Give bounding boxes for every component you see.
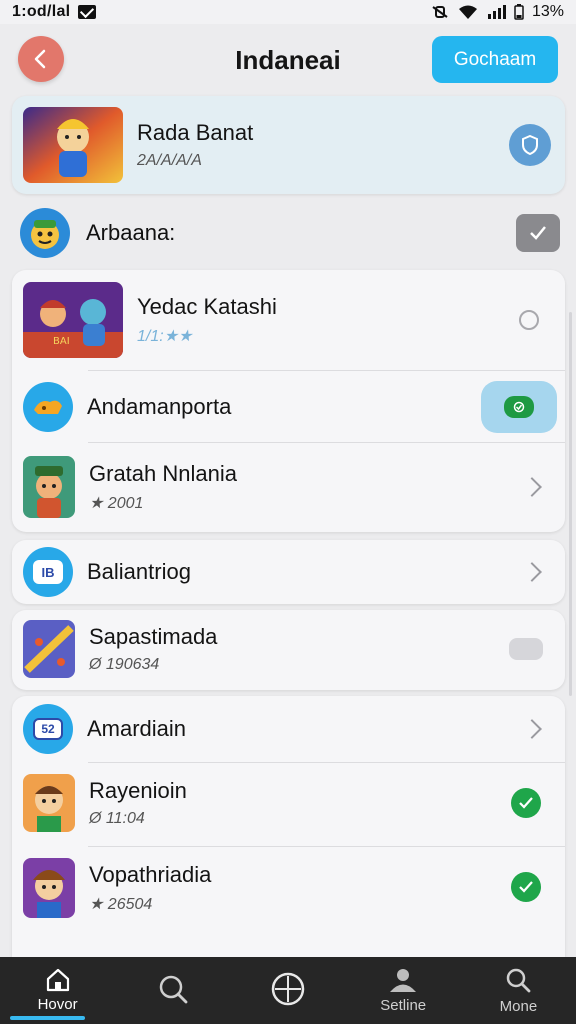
app-icon	[23, 382, 73, 432]
toggle-switch[interactable]	[509, 638, 543, 660]
list-group-1: BAI Yedac Katashi 1/1:★★ Andamanporta Gr…	[12, 270, 565, 532]
app-icon	[23, 620, 75, 678]
list-item[interactable]: Vopathriadia ★ 26504	[12, 858, 565, 918]
search-icon	[159, 975, 188, 1003]
status-bar: 1:od/lal 13%	[0, 0, 576, 24]
check-circle-icon[interactable]	[511, 788, 541, 818]
app-icon: BAI	[23, 282, 123, 358]
chevron-right-icon	[522, 477, 542, 497]
scrollbar[interactable]	[569, 312, 572, 696]
app-icon	[23, 774, 75, 832]
status-time: 1:od/lal	[12, 3, 71, 20]
profile-icon	[390, 969, 417, 992]
app-badge: 52	[33, 718, 63, 740]
battery-percent: 13%	[531, 3, 564, 20]
nav-item-explore[interactable]	[230, 957, 345, 1024]
compass-icon	[271, 972, 305, 1005]
toggle-switch[interactable]	[481, 381, 557, 433]
signal-icon	[487, 5, 506, 19]
mail-notification-icon	[78, 5, 97, 19]
featured-action-button[interactable]	[509, 124, 551, 166]
list-item-title: Andamanporta	[87, 394, 232, 419]
featured-app-icon	[23, 107, 123, 183]
page-title: Indaneai	[235, 44, 341, 75]
list-item-title: Gratah Nnlania	[89, 461, 237, 486]
list-item-title: Amardiain	[87, 716, 187, 741]
check-icon	[513, 401, 525, 413]
nav-label: Mone	[499, 998, 538, 1015]
divider	[88, 370, 565, 371]
nav-item-more[interactable]: Mone	[461, 957, 576, 1024]
chevron-right-icon	[522, 719, 542, 739]
radio-button[interactable]	[519, 310, 539, 330]
list-item-title: Sapastimada	[89, 624, 218, 649]
featured-subtitle: 2A/A/A/A	[137, 152, 202, 169]
list-group-4: 52 Amardiain Rayenioin Ø 11:04 Vopathria…	[12, 696, 565, 958]
app-icon	[23, 456, 75, 518]
section-header: Arbaana:	[20, 207, 560, 259]
app-header: Indaneai Gochaam	[0, 24, 576, 96]
section-title: Arbaana:	[86, 220, 176, 245]
divider	[88, 442, 565, 443]
list-item[interactable]: IB Baliantriog	[12, 547, 565, 597]
home-icon	[46, 968, 69, 992]
list-item-title: Vopathriadia	[89, 862, 212, 887]
list-item-title: Rayenioin	[89, 778, 187, 803]
list-item[interactable]: 52 Amardiain	[12, 704, 565, 754]
featured-card[interactable]: Rada Banat 2A/A/A/A	[12, 96, 565, 194]
shield-icon	[522, 135, 538, 155]
battery-icon	[514, 4, 524, 20]
divider	[88, 762, 565, 763]
section-avatar	[20, 208, 70, 258]
mute-icon	[432, 6, 448, 18]
list-item[interactable]: BAI Yedac Katashi 1/1:★★	[12, 282, 565, 358]
header-action-button[interactable]: Gochaam	[432, 36, 558, 83]
list-item-subtitle: Ø 190634	[89, 656, 160, 673]
list-item[interactable]: Sapastimada Ø 190634	[12, 620, 565, 678]
list-item-subtitle: ★ 2001	[89, 495, 144, 512]
list-item-subtitle: 1/1:★★	[137, 328, 193, 345]
divider	[88, 846, 565, 847]
chevron-left-icon	[34, 49, 46, 69]
list-item[interactable]: Andamanporta	[12, 381, 565, 433]
list-item[interactable]: Gratah Nnlania ★ 2001	[12, 456, 565, 518]
nav-item-home[interactable]: Hovor	[0, 957, 115, 1024]
svg-text:BAI: BAI	[53, 336, 70, 347]
list-item[interactable]: Rayenioin Ø 11:04	[12, 774, 565, 832]
list-item-title: Yedac Katashi	[137, 294, 277, 319]
nav-item-profile[interactable]: Setline	[346, 957, 461, 1024]
app-icon	[23, 858, 75, 918]
back-button[interactable]	[18, 36, 64, 82]
section-toggle-button[interactable]	[516, 214, 560, 252]
list-item-title: Baliantriog	[87, 559, 191, 584]
nav-label: Setline	[380, 997, 427, 1014]
nav-label: Hovor	[37, 996, 78, 1013]
search-icon	[507, 968, 531, 993]
featured-title: Rada Banat	[137, 120, 254, 145]
list-item-subtitle: ★ 26504	[89, 896, 153, 913]
status-icons: 13%	[430, 3, 564, 21]
check-icon	[530, 226, 546, 240]
bottom-navigation: Hovor Setline Mone	[0, 957, 576, 1024]
list-item-subtitle: Ø 11:04	[89, 810, 145, 827]
list-group-3: Sapastimada Ø 190634	[12, 610, 565, 690]
nav-item-search[interactable]	[115, 957, 230, 1024]
wifi-icon	[458, 5, 477, 19]
chevron-right-icon	[522, 562, 542, 582]
app-icon: 52	[23, 704, 73, 754]
list-group-2: IB Baliantriog	[12, 540, 565, 604]
check-circle-icon[interactable]	[511, 872, 541, 902]
app-icon: IB	[23, 547, 73, 597]
